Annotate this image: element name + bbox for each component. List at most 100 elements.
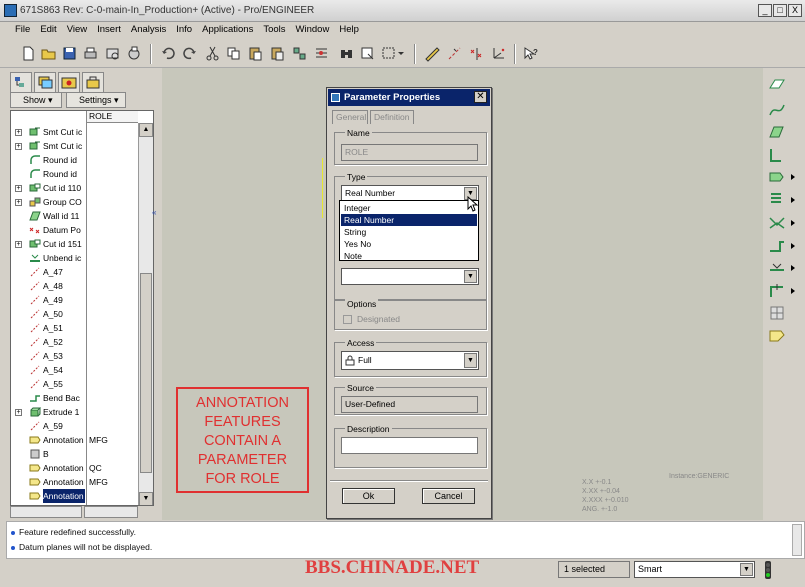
cut-icon[interactable] bbox=[204, 45, 221, 62]
extrude-wall-icon[interactable] bbox=[767, 190, 787, 210]
message-scrollbar[interactable] bbox=[792, 524, 802, 556]
datum-point-icon[interactable] bbox=[468, 45, 485, 62]
cancel-button[interactable]: Cancel bbox=[422, 488, 475, 504]
bend-back-icon[interactable] bbox=[767, 281, 787, 301]
print-preview-icon[interactable] bbox=[104, 45, 121, 62]
context-help-icon[interactable]: ? bbox=[522, 45, 539, 62]
tree-row[interactable]: Annotation MFG bbox=[11, 475, 138, 489]
type-option-integer[interactable]: Integer bbox=[341, 202, 477, 214]
menu-insert[interactable]: Insert bbox=[92, 22, 126, 35]
tree-row[interactable]: A_48 bbox=[11, 279, 138, 293]
menu-edit[interactable]: Edit bbox=[35, 22, 61, 35]
unbend-icon[interactable] bbox=[767, 258, 787, 278]
type-option-real-number[interactable]: Real Number bbox=[341, 214, 477, 226]
expand-toggle-icon[interactable]: + bbox=[15, 241, 22, 248]
tree-row[interactable]: A_47 bbox=[11, 265, 138, 279]
tab-favorites[interactable] bbox=[82, 72, 104, 93]
form-icon[interactable] bbox=[767, 303, 787, 323]
copy-icon[interactable] bbox=[225, 45, 242, 62]
expand-toggle-icon[interactable]: + bbox=[15, 199, 22, 206]
datum-csys-icon[interactable] bbox=[490, 45, 507, 62]
tree-horizontal-scrollbar-left[interactable] bbox=[10, 506, 82, 518]
ok-button[interactable]: Ok bbox=[342, 488, 395, 504]
expand-toggle-icon[interactable]: + bbox=[15, 185, 22, 192]
tab-layers[interactable] bbox=[34, 72, 56, 93]
restore-button[interactable]: □ bbox=[773, 4, 787, 17]
menu-info[interactable]: Info bbox=[171, 22, 197, 35]
menu-analysis[interactable]: Analysis bbox=[126, 22, 171, 35]
filter-select[interactable]: Smart ▼ bbox=[634, 561, 755, 578]
column-header-role[interactable]: ROLE bbox=[86, 111, 138, 123]
print-icon[interactable] bbox=[82, 45, 99, 62]
menu-tools[interactable]: Tools bbox=[258, 22, 290, 35]
scroll-down-arrow-icon[interactable]: ▼ bbox=[139, 492, 153, 505]
tree-row[interactable]: Unbend ic bbox=[11, 251, 138, 265]
scroll-up-arrow-icon[interactable]: ▲ bbox=[139, 123, 153, 137]
select-box-icon[interactable] bbox=[359, 45, 376, 62]
tree-row[interactable]: + Smt Cut ic bbox=[11, 125, 138, 139]
expand-toggle-icon[interactable]: + bbox=[15, 409, 22, 416]
description-field[interactable] bbox=[341, 437, 478, 454]
tree-row[interactable]: A_50 bbox=[11, 307, 138, 321]
tree-row[interactable]: A_54 bbox=[11, 363, 138, 377]
tree-row[interactable]: A_55 bbox=[11, 377, 138, 391]
tree-row[interactable]: B bbox=[11, 447, 138, 461]
datum-plane-icon[interactable] bbox=[767, 76, 787, 96]
chevron-down-icon[interactable]: ▼ bbox=[464, 353, 477, 368]
regenerate-icon[interactable] bbox=[291, 45, 308, 62]
menu-help[interactable]: Help bbox=[334, 22, 364, 35]
tree-row[interactable]: + Cut id 151 bbox=[11, 237, 138, 251]
tree-row[interactable]: A_49 bbox=[11, 293, 138, 307]
dialog-close-button[interactable]: ✕ bbox=[474, 91, 487, 103]
tree-row[interactable]: + Group CO bbox=[11, 195, 138, 209]
unit-select[interactable]: ▼ bbox=[341, 268, 479, 285]
chevron-down-icon[interactable]: ▼ bbox=[740, 563, 753, 576]
bend-icon[interactable] bbox=[767, 236, 787, 256]
find-icon[interactable] bbox=[338, 45, 355, 62]
designated-checkbox[interactable] bbox=[343, 315, 352, 324]
flange-wall-icon[interactable] bbox=[767, 167, 787, 187]
show-dropdown-button[interactable]: Show ▾ bbox=[10, 92, 62, 108]
type-option-note[interactable]: Note bbox=[341, 250, 477, 262]
menu-file[interactable]: File bbox=[10, 22, 35, 35]
tree-vertical-scrollbar[interactable]: ▲ ▼ bbox=[138, 123, 153, 505]
tab-definition[interactable]: Definition bbox=[370, 110, 414, 124]
selection-mode-dropdown-icon[interactable] bbox=[381, 45, 407, 62]
expand-toggle-icon[interactable]: + bbox=[15, 129, 22, 136]
tree-row[interactable]: A_51 bbox=[11, 321, 138, 335]
type-option-string[interactable]: String bbox=[341, 226, 477, 238]
tree-row[interactable]: + Extrude 1 bbox=[11, 405, 138, 419]
sheetmetal-cut-icon[interactable] bbox=[767, 213, 787, 233]
new-file-icon[interactable] bbox=[20, 45, 37, 62]
open-folder-icon[interactable] bbox=[40, 45, 57, 62]
menu-applications[interactable]: Applications bbox=[197, 22, 258, 35]
tree-row[interactable]: Wall id 11 bbox=[11, 209, 138, 223]
scroll-thumb[interactable] bbox=[140, 273, 152, 473]
tree-row[interactable]: + Cut id 110 bbox=[11, 181, 138, 195]
tree-row[interactable]: Round id bbox=[11, 167, 138, 181]
menu-window[interactable]: Window bbox=[291, 22, 335, 35]
tree-row[interactable]: Round id bbox=[11, 153, 138, 167]
tree-row[interactable]: A_52 bbox=[11, 335, 138, 349]
redo-icon[interactable] bbox=[181, 45, 198, 62]
paste-special-icon[interactable] bbox=[269, 45, 286, 62]
settings-dropdown-button[interactable]: Settings ▾ bbox=[66, 92, 126, 108]
tree-row[interactable]: A_59 bbox=[11, 419, 138, 433]
regen-manager-icon[interactable] bbox=[313, 45, 330, 62]
flat-pattern-icon[interactable] bbox=[767, 325, 787, 345]
paste-icon[interactable] bbox=[247, 45, 264, 62]
type-option-yes-no[interactable]: Yes No bbox=[341, 238, 477, 250]
tree-row[interactable]: A_53 bbox=[11, 349, 138, 363]
tab-folder-browser[interactable] bbox=[58, 72, 80, 93]
datum-curve-icon[interactable] bbox=[767, 100, 787, 120]
flat-wall-icon[interactable] bbox=[767, 145, 787, 165]
minimize-button[interactable]: _ bbox=[758, 4, 772, 17]
chevron-down-icon[interactable]: ▼ bbox=[464, 270, 477, 283]
wall-icon[interactable] bbox=[767, 122, 787, 142]
tree-row[interactable]: Datum Po bbox=[11, 223, 138, 237]
collapse-panel-arrow-icon[interactable]: « bbox=[152, 208, 160, 217]
close-button[interactable]: X bbox=[788, 4, 802, 17]
tree-horizontal-scrollbar-right[interactable] bbox=[84, 506, 138, 518]
tree-row[interactable]: Bend Bac bbox=[11, 391, 138, 405]
datum-axis-icon[interactable] bbox=[446, 45, 463, 62]
